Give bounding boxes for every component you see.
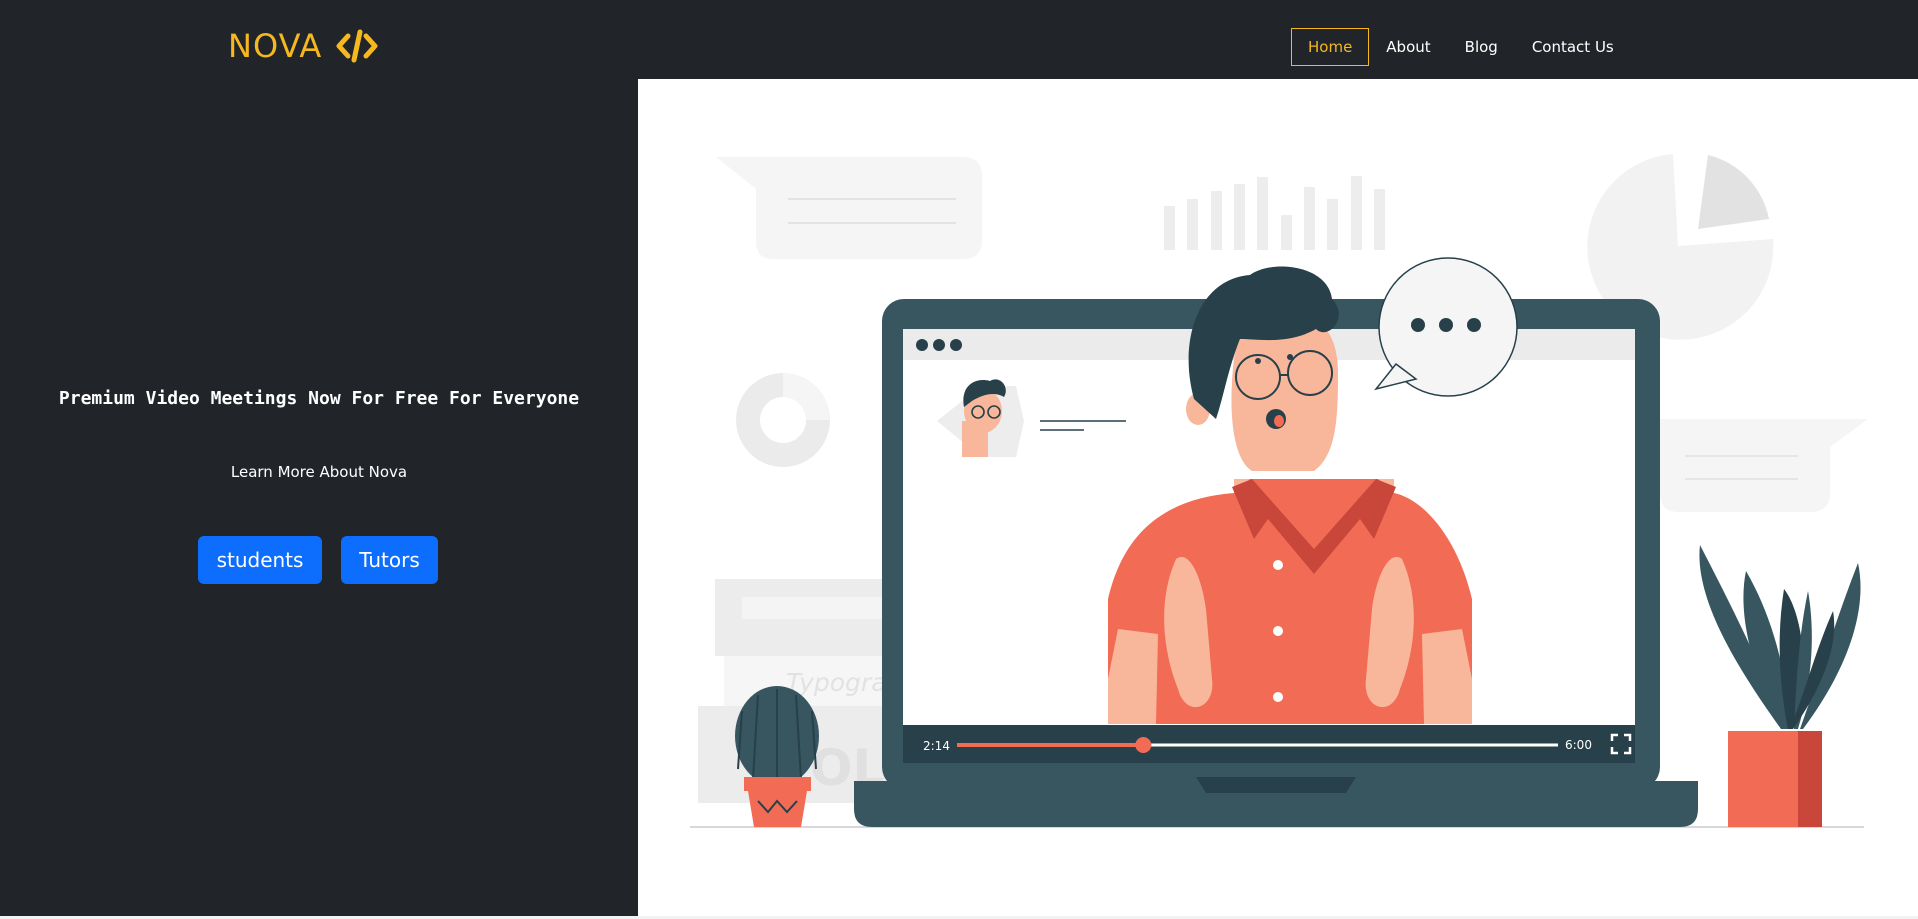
donut-chart-decoration bbox=[736, 373, 830, 467]
typing-speech-bubble bbox=[1374, 257, 1518, 397]
video-controls-bar: 2:14 6:00 bbox=[903, 725, 1635, 763]
brand-name: NOVA bbox=[228, 27, 323, 65]
hero-title: Premium Video Meetings Now For Free For … bbox=[58, 388, 580, 409]
nav-about[interactable]: About bbox=[1369, 28, 1447, 66]
learn-more-link[interactable]: Learn More About Nova bbox=[0, 463, 638, 481]
window-dot-icon bbox=[916, 339, 928, 351]
chat-bubble-left-decoration bbox=[716, 157, 982, 259]
nav-home[interactable]: Home bbox=[1291, 28, 1370, 66]
nav-contact-us[interactable]: Contact Us bbox=[1515, 28, 1631, 66]
video-current-time: 2:14 bbox=[923, 739, 950, 753]
window-dot-icon bbox=[950, 339, 962, 351]
tutors-button[interactable]: Tutors bbox=[341, 536, 438, 584]
brand-logo[interactable]: NOVA bbox=[228, 24, 378, 68]
code-icon bbox=[336, 29, 378, 63]
video-meeting-illustration: Typogra OL 2:14 6:00 bbox=[690, 154, 1868, 828]
hero-panel bbox=[0, 79, 638, 916]
nav-blog[interactable]: Blog bbox=[1448, 28, 1515, 66]
book-typography-text: Typogra bbox=[786, 668, 887, 697]
video-duration: 6:00 bbox=[1565, 738, 1592, 752]
cactus-plant bbox=[735, 686, 819, 827]
nav-menu: Home About Blog Contact Us bbox=[1291, 28, 1631, 66]
window-dot-icon bbox=[933, 339, 945, 351]
top-navbar: NOVA Home About Blog Contact Us bbox=[0, 0, 1918, 79]
bar-chart-decoration bbox=[1164, 176, 1385, 250]
students-button[interactable]: students bbox=[198, 536, 322, 584]
chat-bubble-right-decoration bbox=[1660, 419, 1868, 512]
video-progress-handle[interactable] bbox=[1135, 737, 1152, 753]
potted-plant bbox=[1699, 545, 1861, 827]
